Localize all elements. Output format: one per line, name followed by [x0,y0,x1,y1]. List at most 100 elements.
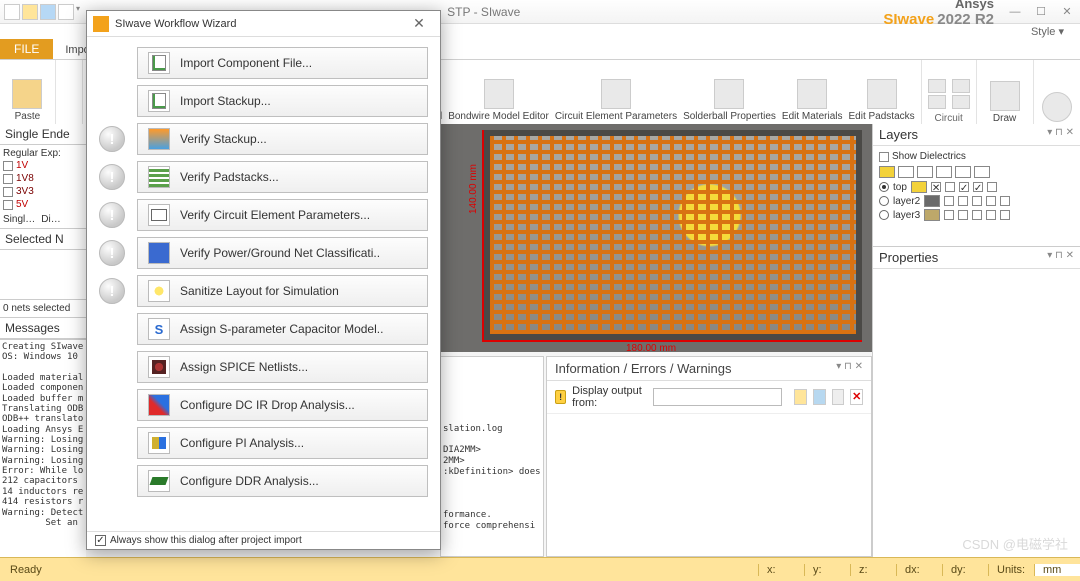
wizard-status-icon: ! [99,164,125,190]
watermark: CSDN @电磁学社 [962,534,1068,553]
dialog-close-button[interactable]: ✕ [404,15,434,32]
copy-icon[interactable] [832,389,845,405]
wizard-button-label: Sanitize Layout for Simulation [180,284,339,298]
wizard-button-0[interactable]: Import Component File... [137,47,428,79]
net-5v[interactable]: 5V [16,199,28,210]
wizard-button-5[interactable]: Verify Power/Ground Net Classificati.. [137,237,428,269]
net-checkbox-1v[interactable] [3,161,13,171]
regex-label: Regular Exp: [3,148,61,159]
net-checkbox-1v8[interactable] [3,174,13,184]
always-show-checkbox[interactable]: ✓ [95,535,106,546]
close-button[interactable]: ✕ [1054,5,1080,18]
solderball-button[interactable]: Solderball Properties [683,79,776,122]
layer-radio-3[interactable] [879,210,889,220]
wizard-button-7[interactable]: SAssign S-parameter Capacitor Model.. [137,313,428,345]
wizard-button-1[interactable]: Import Stackup... [137,85,428,117]
brand-block: Ansys SIwave 2022 R2 [883,0,1002,28]
net-checkbox-5v[interactable] [3,200,13,210]
qat-new-icon[interactable] [4,4,20,20]
dimension-vertical: 140.00 mm [468,164,479,214]
show-dielectrics-checkbox[interactable] [879,152,889,162]
clear-icon[interactable]: ✕ [850,389,863,405]
dialog-title: SIwave Workflow Wizard [115,18,236,30]
draw-geometry-icon [990,81,1020,111]
wizard-button-10[interactable]: Configure PI Analysis... [137,427,428,459]
units-label: Units: [988,564,1034,576]
qat-extra-icon[interactable] [58,4,74,20]
circuit-element-icon [601,79,631,109]
inductor-icon[interactable] [928,95,946,109]
layers-pin-icon[interactable]: ▾ ⊓ ✕ [1047,127,1074,142]
net-checkbox-3v3[interactable] [3,187,13,197]
units-value[interactable]: mm [1034,564,1080,576]
display-output-label: Display output from: [572,385,646,409]
wizard-button-label: Import Stackup... [180,94,271,108]
wizard-button-icon [148,204,170,226]
layer-row-top[interactable]: top✕✓✓ [879,181,1074,193]
paste-button[interactable]: Paste [12,79,42,122]
wizard-button-label: Verify Padstacks... [180,170,279,184]
bondwire-button[interactable]: Bondwire Model Editor [448,79,549,122]
wizard-step-10: Configure PI Analysis... [99,427,428,459]
nets-selected-status: 0 nets selected [0,300,86,318]
wizard-button-label: Verify Power/Ground Net Classificati.. [180,246,380,260]
tab-file[interactable]: FILE [0,39,53,59]
dimension-horizontal: 180.00 mm [626,343,676,354]
wizard-button-label: Verify Circuit Element Parameters... [180,208,370,222]
wizard-button-icon: S [148,318,170,340]
qat-save-icon[interactable] [40,4,56,20]
dialog-body: Import Component File... Import Stackup..… [87,37,440,531]
open-folder-icon[interactable] [794,389,807,405]
net-1v[interactable]: 1V [16,160,28,171]
wizard-step-3: ! Verify Padstacks... [99,161,428,193]
pin-icon[interactable]: ▾ ⊓ ✕ [836,361,863,376]
save-disk-icon[interactable] [813,389,826,405]
pcb-board[interactable] [482,130,862,342]
resistor-icon[interactable] [928,79,946,93]
wizard-button-8[interactable]: Assign SPICE Netlists... [137,351,428,383]
qat-dropdown-icon[interactable]: ▾ [76,4,80,20]
show-dielectrics-label: Show Dielectrics [892,151,966,162]
net-1v8[interactable]: 1V8 [16,173,34,184]
wizard-button-6[interactable]: Sanitize Layout for Simulation [137,275,428,307]
minimize-button[interactable]: — [1002,6,1028,18]
wizard-step-6: ! Sanitize Layout for Simulation [99,275,428,307]
bondwire-icon [484,79,514,109]
padstacks-icon [867,79,897,109]
properties-panel: Properties▾ ⊓ ✕ [872,246,1080,557]
layer-radio-top[interactable] [879,182,889,192]
pcb-artwork [490,136,856,334]
layer-row-3[interactable]: layer3 [879,209,1074,221]
edit-padstacks-button[interactable]: Edit Padstacks [848,79,914,122]
props-pin-icon[interactable]: ▾ ⊓ ✕ [1047,250,1074,265]
dialog-titlebar[interactable]: SIwave Workflow Wizard ✕ [87,11,440,37]
wizard-button-4[interactable]: Verify Circuit Element Parameters... [137,199,428,231]
wizard-button-2[interactable]: Verify Stackup... [137,123,428,155]
coord-dx: dx: [896,564,942,576]
wizard-button-label: Import Component File... [180,56,312,70]
display-output-dropdown[interactable] [653,388,783,406]
wizard-button-3[interactable]: Verify Padstacks... [137,161,428,193]
net-3v3[interactable]: 3V3 [16,186,34,197]
wizard-button-label: Verify Stackup... [180,132,267,146]
layer-radio-2[interactable] [879,196,889,206]
wizard-button-label: Assign SPICE Netlists... [180,360,308,374]
capacitor-icon[interactable] [952,79,970,93]
wizard-button-9[interactable]: Configure DC IR Drop Analysis... [137,389,428,421]
style-dropdown[interactable]: Style ▾ [1031,25,1070,38]
wizard-button-icon [148,432,170,454]
circuit-element-params-button[interactable]: Circuit Element Parameters [555,79,677,122]
wizard-button-11[interactable]: Configure DDR Analysis... [137,465,428,497]
tab-single[interactable]: Singl… [3,214,35,225]
wizard-button-icon [148,280,170,302]
maximize-button[interactable]: ☐ [1028,5,1054,18]
wizard-step-1: Import Stackup... [99,85,428,117]
status-bar: Ready x: y: z: dx: dy: Units: mm [0,557,1080,581]
source-icon[interactable] [952,95,970,109]
wizard-status-icon: ! [99,278,125,304]
quick-access-toolbar: ▾ [0,4,84,20]
layer-row-2[interactable]: layer2 [879,195,1074,207]
edit-materials-button[interactable]: Edit Materials [782,79,843,122]
qat-open-icon[interactable] [22,4,38,20]
tab-diff[interactable]: Di… [41,214,60,225]
